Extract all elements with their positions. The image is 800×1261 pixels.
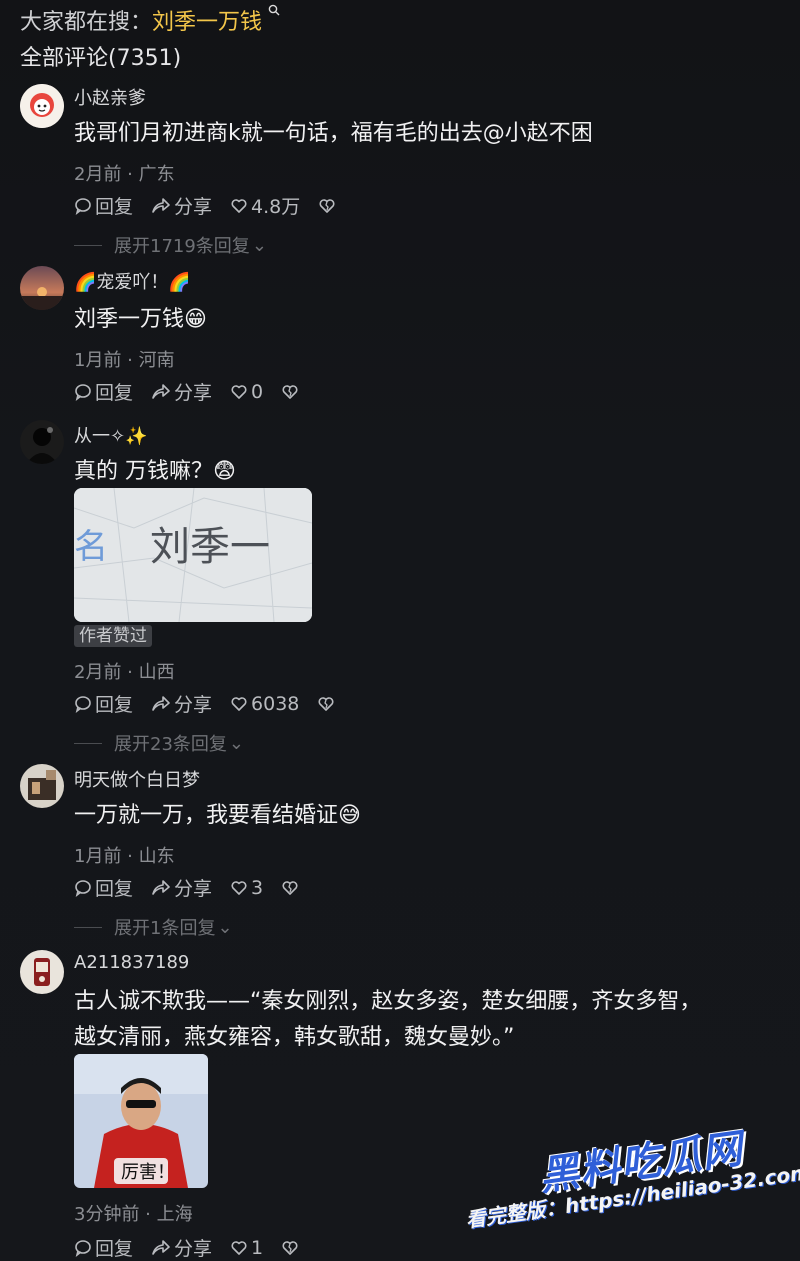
dislike-button[interactable] (281, 879, 302, 897)
avatar[interactable] (20, 950, 64, 994)
comment-icon (75, 1239, 91, 1257)
chevron-down-icon: ⌄ (217, 916, 233, 938)
dislike-button[interactable] (317, 695, 338, 713)
avatar[interactable] (20, 266, 64, 310)
like-count: 6038 (251, 692, 300, 715)
comment-text-line-2: 越女清丽，燕女雍容，韩女歌甜，魏女曼妙。” (74, 1025, 515, 1050)
svg-text:刘季一: 刘季一 (150, 524, 270, 570)
reply-button[interactable]: 回复 (74, 378, 133, 405)
image-text: 名 (74, 527, 108, 567)
action-bar: 回复 分享 1 (74, 1234, 320, 1261)
dislike-button[interactable] (318, 197, 339, 215)
dislike-button[interactable] (281, 383, 302, 401)
time-location: 1月前 · 山东 (74, 846, 175, 867)
username[interactable]: 小赵亲爹 (74, 84, 146, 110)
username[interactable]: A211837189 (74, 952, 189, 973)
chevron-down-icon: ⌄ (228, 732, 244, 754)
comment-icon (75, 879, 91, 897)
search-icon (264, 4, 280, 19)
broken-heart-icon (282, 880, 298, 895)
comments-count: 全部评论(7351) (20, 46, 182, 71)
image-caption: 厉害！ (121, 1162, 175, 1183)
share-icon (152, 695, 170, 711)
like-button[interactable]: 1 (230, 1237, 263, 1259)
share-button[interactable]: 分享 (151, 378, 212, 405)
share-button[interactable]: 分享 (151, 874, 212, 901)
comment-text: 我哥们月初进商k就一句话，福有毛的出去@小赵不困 (74, 121, 593, 146)
search-suggestion[interactable]: 大家都在搜：刘季一万钱 (20, 4, 280, 36)
expand-replies[interactable]: 展开1条回复 ⌄ (74, 914, 233, 940)
like-button[interactable]: 0 (230, 381, 263, 403)
share-button[interactable]: 分享 (151, 690, 212, 717)
comment-text: 真的 万钱嘛？😨 (74, 459, 236, 484)
heart-icon (231, 1240, 247, 1255)
share-icon (152, 383, 170, 399)
comment-text: 刘季一万钱😁 (74, 307, 207, 332)
expand-replies[interactable]: 展开1719条回复 ⌄ (74, 232, 267, 258)
time-location: 2月前 · 广东 (74, 164, 175, 185)
comment-icon (75, 695, 91, 713)
action-bar: 回复 分享 3 (74, 874, 320, 901)
heart-icon (231, 198, 247, 213)
share-button[interactable]: 分享 (151, 1234, 212, 1261)
comment-text: 一万就一万，我要看结婚证😅 (74, 803, 361, 828)
search-keyword[interactable]: 刘季一万钱 (152, 10, 262, 35)
share-button[interactable]: 分享 (151, 192, 212, 219)
comment-image[interactable]: 名 刘季一 (74, 488, 312, 622)
like-button[interactable]: 3 (230, 877, 263, 899)
action-bar: 回复 分享 6038 (74, 690, 356, 717)
expand-replies[interactable]: 展开23条回复 ⌄ (74, 730, 244, 756)
comment-text-line-1: 古人诚不欺我——“秦女刚烈，赵女多姿，楚女细腰，齐女多智， (74, 989, 702, 1014)
dislike-button[interactable] (281, 1239, 302, 1257)
heart-icon (231, 880, 247, 895)
reply-button[interactable]: 回复 (74, 874, 133, 901)
chevron-down-icon: ⌄ (251, 234, 267, 256)
watermark: 黑料吃瓜网 看完整版：https://heiliao-32.com (464, 1126, 800, 1250)
reply-button[interactable]: 回复 (74, 690, 133, 717)
like-count: 1 (251, 1236, 264, 1259)
heart-icon (231, 696, 247, 711)
like-count: 4.8万 (251, 196, 301, 218)
comment-image[interactable]: 厉害！ (74, 1054, 208, 1188)
action-bar: 回复 分享 0 (74, 378, 320, 405)
avatar[interactable] (20, 420, 64, 464)
username[interactable]: 🌈宠爱吖！🌈 (74, 268, 191, 294)
comment-icon (75, 197, 91, 215)
username[interactable]: 明天做个白日梦 (74, 766, 200, 792)
search-prefix: 大家都在搜： (20, 10, 153, 35)
share-icon (152, 879, 170, 895)
time-location: 2月前 · 山西 (74, 662, 175, 683)
heart-icon (231, 384, 247, 399)
broken-heart-icon (282, 1240, 298, 1255)
username[interactable]: 从一✧✨ (74, 422, 148, 448)
time-location: 1月前 · 河南 (74, 350, 175, 371)
avatar[interactable] (20, 84, 64, 128)
like-button[interactable]: 6038 (230, 693, 299, 715)
like-button[interactable]: 4.8万 (230, 192, 300, 219)
time-location: 3分钟前 · 上海 (74, 1204, 193, 1225)
author-liked-badge: 作者赞过 (74, 625, 152, 647)
reply-button[interactable]: 回复 (74, 1234, 133, 1261)
like-count: 3 (251, 876, 264, 899)
broken-heart-icon (319, 198, 335, 213)
share-icon (152, 1239, 170, 1255)
avatar[interactable] (20, 764, 64, 808)
like-count: 0 (251, 380, 264, 403)
action-bar: 回复 分享 4.8万 (74, 192, 357, 219)
broken-heart-icon (282, 384, 298, 399)
comment-icon (75, 383, 91, 401)
share-icon (152, 197, 170, 213)
reply-button[interactable]: 回复 (74, 192, 133, 219)
broken-heart-icon (318, 696, 334, 711)
